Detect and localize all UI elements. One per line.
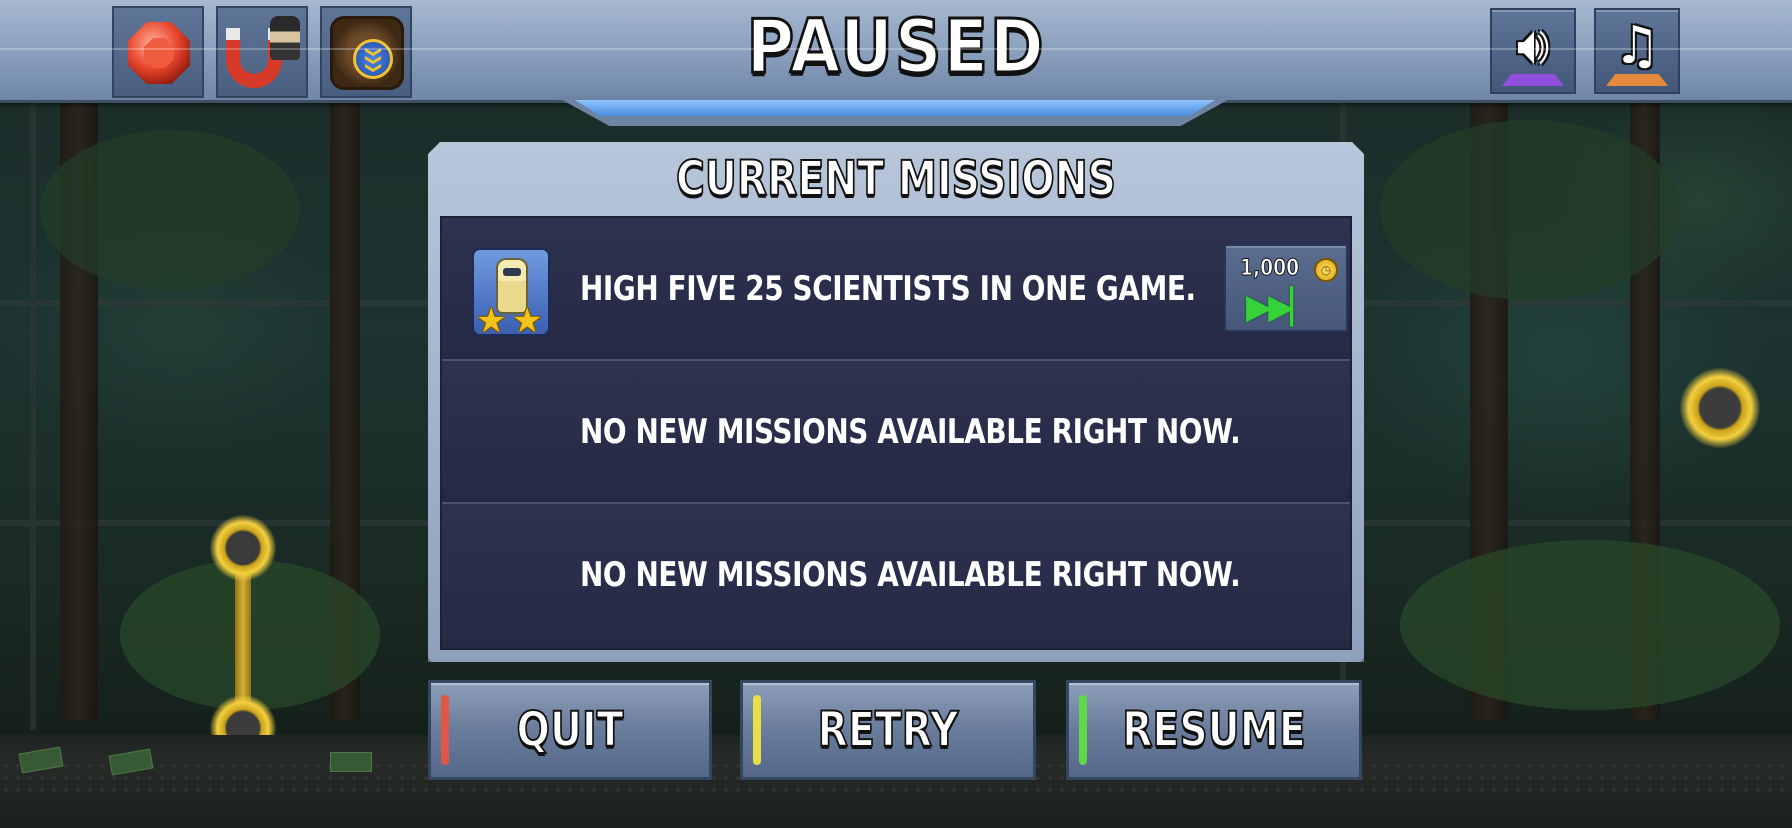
mission-row: NO NEW MISSIONS AVAILABLE RIGHT NOW. <box>442 361 1350 504</box>
speaker-icon: 🔊︎ <box>1516 16 1550 76</box>
title-glow-bar <box>575 100 1215 116</box>
scientist-mission-icon: ★ ★ <box>472 248 550 336</box>
quit-label: QUIT <box>516 701 625 759</box>
retry-accent <box>753 695 761 765</box>
sound-toggle-button[interactable]: 🔊︎ <box>1490 8 1576 94</box>
skip-cost: 1,000 <box>1240 256 1300 281</box>
top-bar: PAUSED 🔊︎ ♫ <box>0 0 1792 103</box>
zapper-right <box>1680 368 1760 448</box>
mission-text: NO NEW MISSIONS AVAILABLE RIGHT NOW. <box>580 411 1241 452</box>
mission-text: HIGH FIVE 25 SCIENTISTS IN ONE GAME. <box>580 268 1196 309</box>
retry-button[interactable]: RETRY <box>740 680 1036 780</box>
mission-text: NO NEW MISSIONS AVAILABLE RIGHT NOW. <box>580 554 1241 595</box>
sound-indicator <box>1502 74 1564 86</box>
missions-title: CURRENT MISSIONS <box>676 151 1116 207</box>
star-icon: ★ <box>476 301 507 341</box>
gem-facet <box>144 38 174 68</box>
mission-row: ★ ★ HIGH FIVE 25 SCIENTISTS IN ONE GAME.… <box>442 218 1350 361</box>
skip-mission-button[interactable]: 1,000 ◷ ▶▶▏ <box>1224 244 1348 332</box>
page-title: PAUSED <box>745 4 1046 90</box>
missions-panel: CURRENT MISSIONS ★ ★ HIGH FIVE 25 SCIENT… <box>428 142 1364 662</box>
resume-accent <box>1079 695 1087 765</box>
quit-accent <box>441 695 449 765</box>
missions-list: ★ ★ HIGH FIVE 25 SCIENTISTS IN ONE GAME.… <box>440 216 1352 650</box>
retry-label: RETRY <box>817 701 959 759</box>
music-toggle-button[interactable]: ♫ <box>1594 8 1680 94</box>
star-icon: ★ <box>512 301 543 341</box>
powerup-slot-gem[interactable] <box>112 6 204 98</box>
mission-row: NO NEW MISSIONS AVAILABLE RIGHT NOW. <box>442 504 1350 648</box>
coin-icon: ◷ <box>1314 258 1338 282</box>
upgrade-crate-icon <box>330 16 404 90</box>
powerup-slot-crate[interactable] <box>320 6 412 98</box>
resume-button[interactable]: RESUME <box>1066 680 1362 780</box>
fast-forward-icon: ▶▶▏ <box>1246 287 1313 327</box>
powerup-slot-magnet[interactable] <box>216 6 308 98</box>
music-indicator <box>1606 74 1668 86</box>
character-icon <box>270 16 300 60</box>
quit-button[interactable]: QUIT <box>428 680 712 780</box>
resume-label: RESUME <box>1121 701 1306 759</box>
zapper-top <box>210 515 276 581</box>
music-note-icon: ♫ <box>1613 16 1661 76</box>
